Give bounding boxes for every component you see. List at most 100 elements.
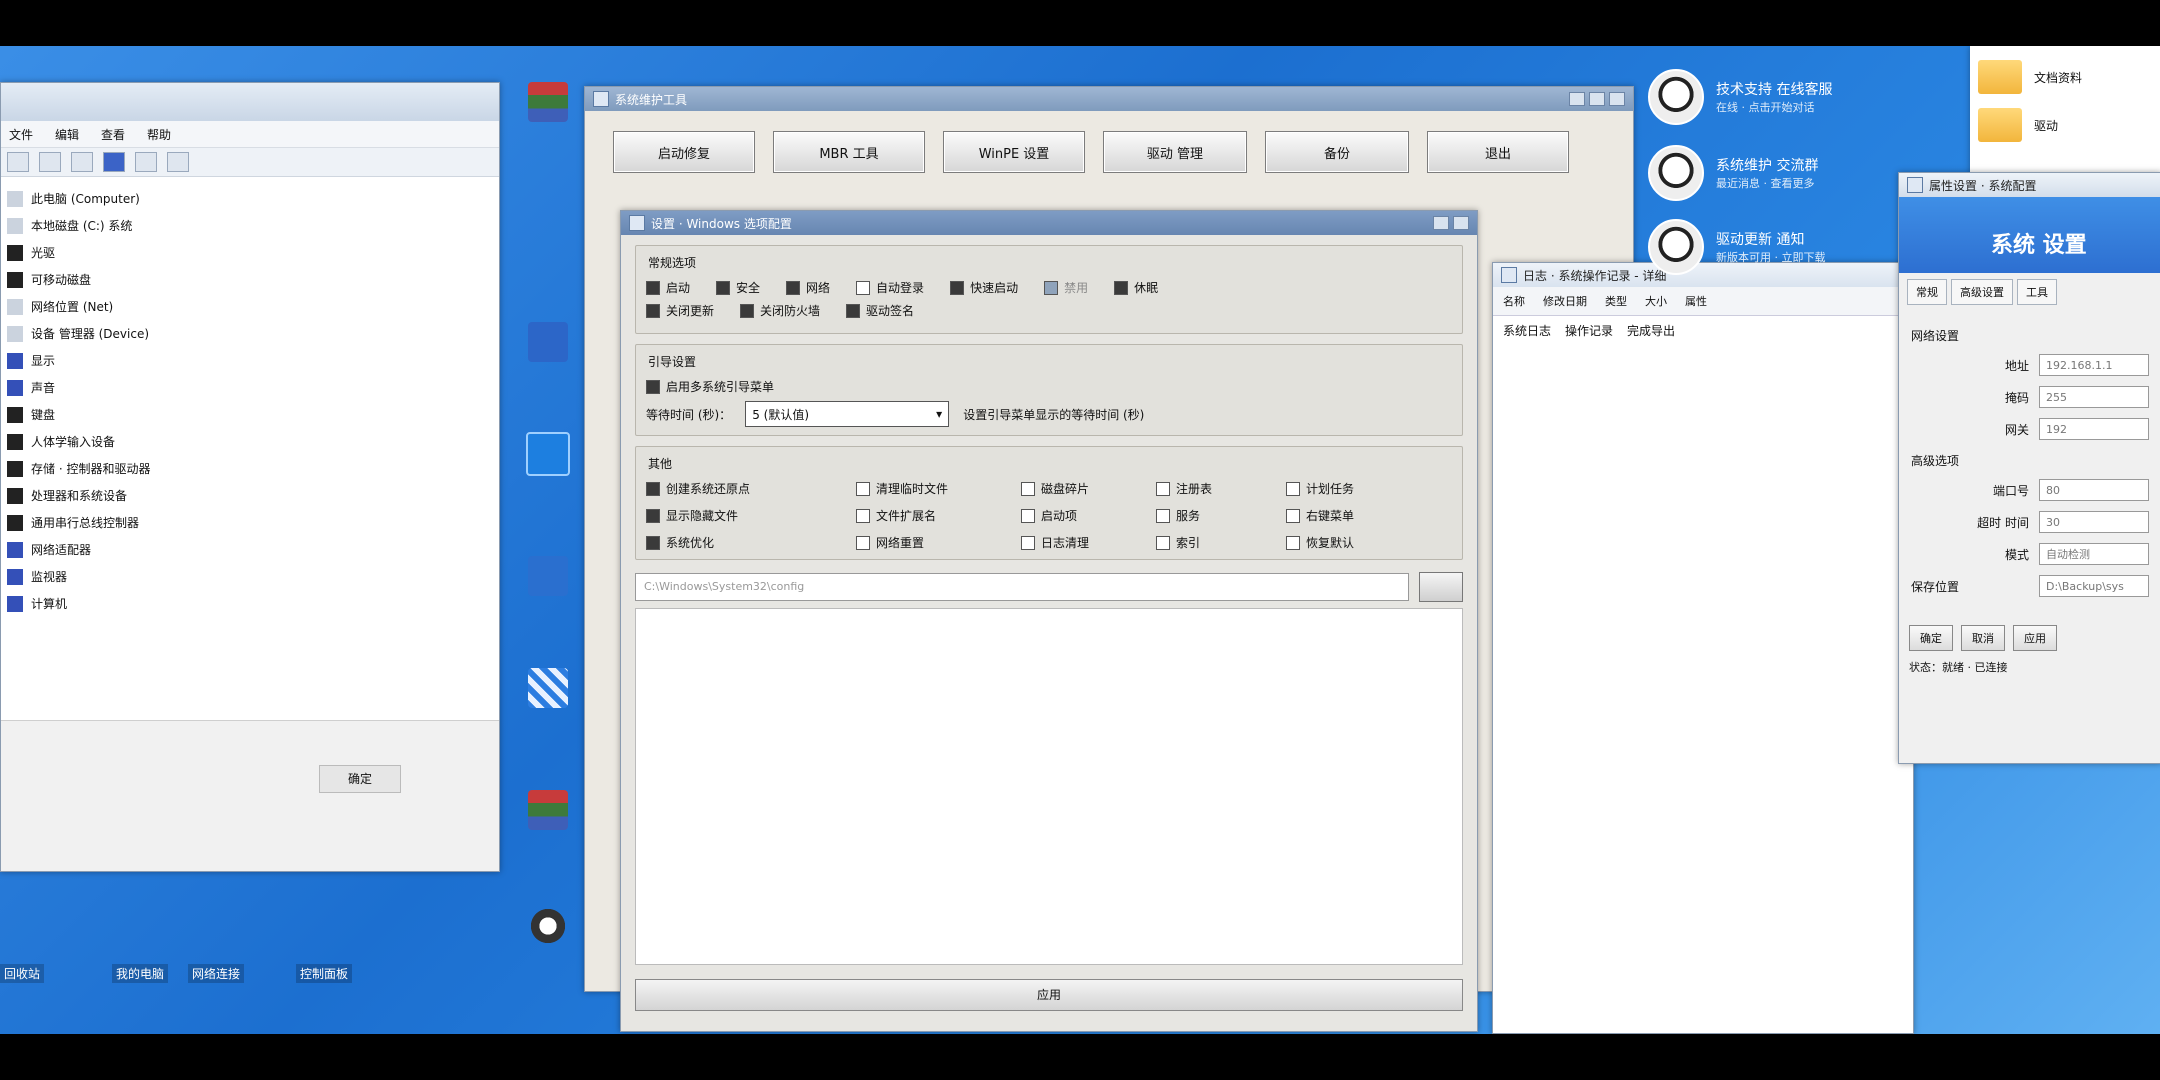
checkbox-network[interactable]: 网络 — [786, 279, 830, 296]
timeout-input[interactable]: 30 — [2039, 511, 2149, 533]
main-titlebar[interactable]: 系统维护工具 — [585, 87, 1633, 111]
checkbox-option[interactable]: 恢复默认 — [1286, 534, 1426, 551]
device-icon[interactable] — [167, 152, 189, 172]
checkbox-option[interactable]: 注册表 — [1156, 480, 1286, 497]
contact-item[interactable]: 驱动更新 通知 新版本可用 · 立即下载 — [1648, 212, 1938, 282]
checkbox-option[interactable]: 文件扩展名 — [856, 507, 1021, 524]
port-input[interactable]: 80 — [2039, 479, 2149, 501]
save-path-input[interactable]: D:\Backup\sys — [2039, 575, 2149, 597]
column-header[interactable]: 大小 — [1645, 293, 1667, 309]
tree-row[interactable]: 此电脑 (Computer) — [7, 185, 499, 212]
column-header[interactable]: 名称 — [1503, 293, 1525, 309]
help-icon[interactable] — [103, 152, 125, 172]
scan-icon[interactable] — [135, 152, 157, 172]
menu-item-file[interactable]: 文件 — [9, 126, 33, 143]
refresh-icon[interactable] — [71, 152, 93, 172]
column-header[interactable]: 类型 — [1605, 293, 1627, 309]
checkbox-option[interactable]: 计划任务 — [1286, 480, 1426, 497]
tree-row[interactable]: 可移动磁盘 — [7, 266, 499, 293]
tree-row[interactable]: 监视器 — [7, 563, 499, 590]
tree-row[interactable]: 声音 — [7, 374, 499, 401]
cancel-button[interactable]: 取消 — [1961, 625, 2005, 651]
checkbox-option[interactable]: 索引 — [1156, 534, 1286, 551]
properties-icon[interactable] — [39, 152, 61, 172]
menu-item-view[interactable]: 查看 — [101, 126, 125, 143]
desktop-icon-gear[interactable] — [520, 906, 576, 950]
menu-item-help[interactable]: 帮助 — [147, 126, 171, 143]
column-header[interactable]: 修改日期 — [1543, 293, 1587, 309]
checkbox-hibernate[interactable]: 休眠 — [1114, 279, 1158, 296]
desktop-label[interactable]: 网络连接 — [188, 964, 245, 983]
checkbox-driver-sign[interactable]: 驱动签名 — [846, 302, 914, 319]
checkbox-multiboot[interactable]: 启用多系统引导菜单 — [646, 378, 1452, 395]
checkbox-option[interactable]: 磁盘碎片 — [1021, 480, 1156, 497]
checkbox-option[interactable]: 日志清理 — [1021, 534, 1156, 551]
checkbox-disable-update[interactable]: 关闭更新 — [646, 302, 714, 319]
tree-row[interactable]: 处理器和系统设备 — [7, 482, 499, 509]
folder-item[interactable]: 驱动 — [1970, 94, 2160, 142]
exit-button[interactable]: 退出 — [1427, 131, 1569, 173]
checkbox-autologin[interactable]: 自动登录 — [856, 279, 924, 296]
desktop-label[interactable]: 回收站 — [0, 964, 45, 983]
tab-advanced[interactable]: 高级设置 — [1951, 279, 2013, 305]
apply-button[interactable]: 应用 — [635, 979, 1463, 1011]
tree-row[interactable]: 计算机 — [7, 590, 499, 617]
repair-button[interactable]: 启动修复 — [613, 131, 755, 173]
desktop-icon-computer[interactable] — [520, 322, 576, 366]
minimize-icon[interactable] — [1569, 92, 1585, 106]
tree-row[interactable]: 设备 管理器 (Device) — [7, 320, 499, 347]
checkbox-option[interactable]: 创建系统还原点 — [646, 480, 856, 497]
desktop-icon-network[interactable] — [520, 432, 576, 480]
checkbox-option[interactable]: 服务 — [1156, 507, 1286, 524]
driver-button[interactable]: 驱动 管理 — [1103, 131, 1247, 173]
back-icon[interactable] — [7, 152, 29, 172]
tree-row[interactable]: 存储 · 控制器和驱动器 — [7, 455, 499, 482]
list-item[interactable]: 系统日志 操作记录 完成导出 — [1493, 316, 1913, 345]
desktop-label[interactable]: 控制面板 — [296, 964, 353, 983]
tree-row[interactable]: 网络适配器 — [7, 536, 499, 563]
desktop-icon-archive2[interactable] — [520, 790, 576, 834]
path-input[interactable]: C:\Windows\System32\config — [635, 573, 1409, 601]
checkbox-option[interactable]: 网络重置 — [856, 534, 1021, 551]
column-header[interactable]: 属性 — [1685, 293, 1707, 309]
tab-tools[interactable]: 工具 — [2017, 279, 2057, 305]
checkbox-disable-firewall[interactable]: 关闭防火墙 — [740, 302, 820, 319]
folder-item[interactable]: 文档资料 — [1970, 46, 2160, 94]
winpe-button[interactable]: WinPE 设置 — [943, 131, 1085, 173]
browse-button[interactable] — [1419, 572, 1463, 602]
checkbox-faststart[interactable]: 快速启动 — [950, 279, 1018, 296]
checkbox-security[interactable]: 安全 — [716, 279, 760, 296]
tree-row[interactable]: 光驱 — [7, 239, 499, 266]
checkbox-option[interactable]: 显示隐藏文件 — [646, 507, 856, 524]
checkbox-option[interactable]: 清理临时文件 — [856, 480, 1021, 497]
gateway-input[interactable]: 192 — [2039, 418, 2149, 440]
desktop-icon-tool[interactable] — [520, 556, 576, 600]
tab-general[interactable]: 常规 — [1907, 279, 1947, 305]
explorer-titlebar[interactable] — [1, 83, 499, 121]
dialog-titlebar[interactable]: 设置 · Windows 选项配置 — [621, 211, 1477, 235]
mask-input[interactable]: 255 — [2039, 386, 2149, 408]
address-input[interactable]: 192.168.1.1 — [2039, 354, 2149, 376]
checkbox-option[interactable]: 启动项 — [1021, 507, 1156, 524]
tree-row[interactable]: 人体学输入设备 — [7, 428, 499, 455]
ok-button[interactable]: 确定 — [319, 765, 401, 793]
tree-row[interactable]: 显示 — [7, 347, 499, 374]
menu-item-edit[interactable]: 编辑 — [55, 126, 79, 143]
tree-row[interactable]: 键盘 — [7, 401, 499, 428]
close-icon[interactable] — [1609, 92, 1625, 106]
checkbox-boot[interactable]: 启动 — [646, 279, 690, 296]
help-icon[interactable] — [1433, 216, 1449, 230]
apply-button[interactable]: 应用 — [2013, 625, 2057, 651]
close-icon[interactable] — [1453, 216, 1469, 230]
checkbox-option[interactable]: 右键菜单 — [1286, 507, 1426, 524]
backup-button[interactable]: 备份 — [1265, 131, 1409, 173]
desktop-label[interactable]: 我的电脑 — [112, 964, 169, 983]
contact-item[interactable]: 系统维护 交流群 最近消息 · 查看更多 — [1648, 138, 1938, 208]
maximize-icon[interactable] — [1589, 92, 1605, 106]
timeout-input[interactable]: 5 (默认值) ▾ — [745, 401, 950, 427]
mbr-button[interactable]: MBR 工具 — [773, 131, 925, 173]
tree-row[interactable]: 网络位置 (Net) — [7, 293, 499, 320]
mode-select[interactable]: 自动检测 — [2039, 543, 2149, 565]
desktop-icon-control[interactable] — [520, 668, 576, 712]
spinner-icon[interactable]: ▾ — [936, 407, 942, 421]
